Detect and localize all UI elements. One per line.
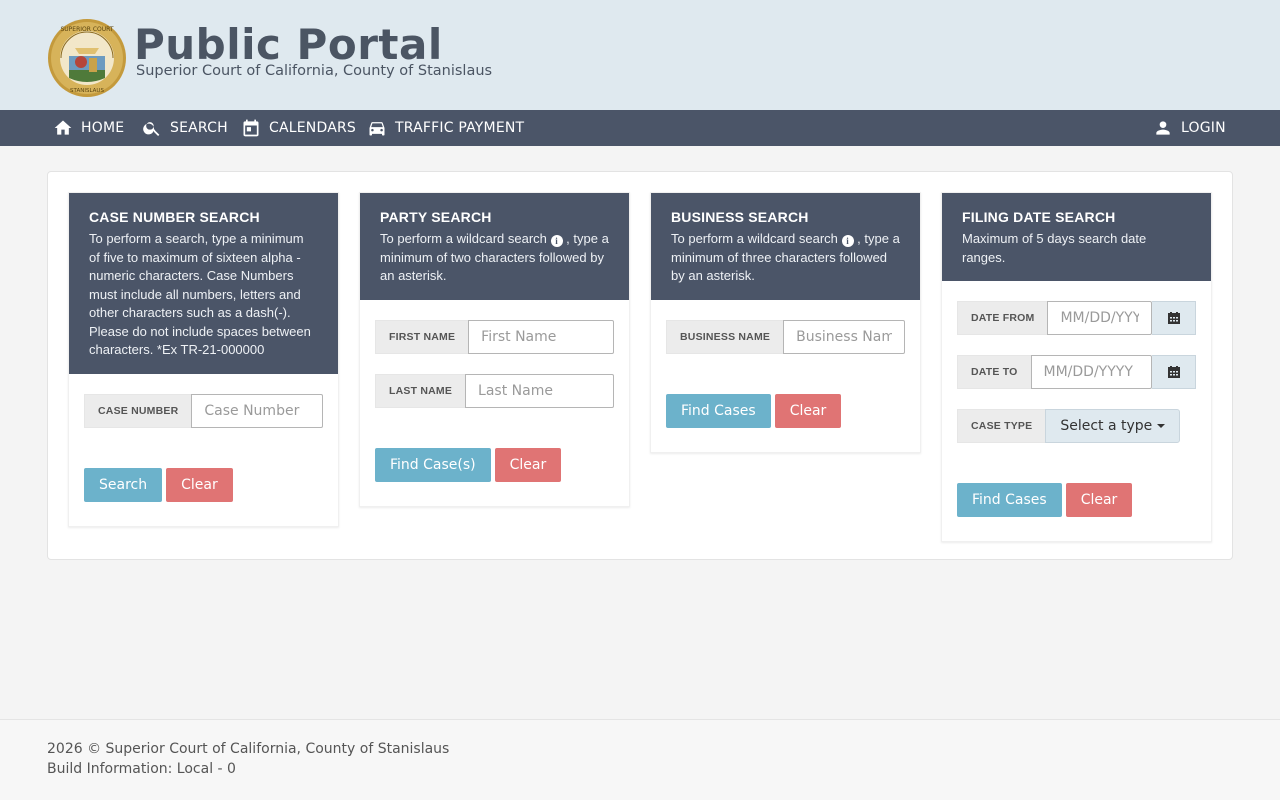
- card-header: PARTY SEARCH To perform a wildcard searc…: [360, 193, 629, 300]
- card-title: CASE NUMBER SEARCH: [89, 209, 260, 225]
- nav-search-label: SEARCH: [170, 120, 228, 136]
- filing-find-button[interactable]: Find Cases: [957, 483, 1062, 517]
- calendar-icon: [243, 119, 259, 137]
- court-seal-icon[interactable]: SUPERIOR COURT STANISLAUS: [47, 18, 127, 98]
- calendar-icon: [1167, 366, 1180, 378]
- case-type-dropdown[interactable]: Select a type: [1045, 409, 1181, 443]
- search-panel: CASE NUMBER SEARCH To perform a search, …: [47, 171, 1233, 560]
- card-body: FIRST NAME LAST NAME Find Case(s) Clear: [360, 300, 629, 506]
- card-body: CASE NUMBER Search Clear: [69, 374, 338, 526]
- search-icon: [143, 122, 160, 136]
- card-description: Maximum of 5 days search date ranges.: [962, 231, 1147, 265]
- svg-text:SUPERIOR COURT: SUPERIOR COURT: [60, 26, 113, 33]
- card-title: PARTY SEARCH: [380, 209, 492, 225]
- button-row: Find Cases Clear: [666, 393, 905, 428]
- card-header: BUSINESS SEARCH To perform a wildcard se…: [651, 193, 920, 300]
- business-clear-button[interactable]: Clear: [774, 393, 842, 428]
- card-title: FILING DATE SEARCH: [962, 209, 1116, 225]
- case-type-label: CASE TYPE: [957, 409, 1046, 443]
- site-header: SUPERIOR COURT STANISLAUS Public Portal …: [0, 0, 1280, 110]
- info-icon[interactable]: i: [841, 235, 854, 247]
- card-header: FILING DATE SEARCH Maximum of 5 days sea…: [942, 193, 1211, 281]
- card-description: To perform a wildcard search i , type a …: [380, 230, 609, 286]
- case-clear-button[interactable]: Clear: [166, 467, 233, 502]
- nav-home-label: HOME: [81, 120, 125, 136]
- nav-home[interactable]: HOME: [53, 110, 124, 146]
- last-name-field: LAST NAME: [375, 373, 614, 408]
- nav-traffic-label: TRAFFIC PAYMENT: [395, 120, 525, 136]
- car-icon: [369, 122, 385, 136]
- first-name-input[interactable]: [468, 319, 614, 354]
- first-name-label: FIRST NAME: [375, 319, 469, 354]
- business-name-field: BUSINESS NAME: [666, 319, 905, 354]
- card-body: DATE FROM DATE TO CASE TYPE Select a typ…: [942, 281, 1211, 541]
- page-subtitle: Superior Court of California, County of …: [136, 63, 493, 79]
- home-icon: [54, 120, 72, 135]
- button-row: Search Clear: [84, 467, 323, 502]
- business-name-label: BUSINESS NAME: [666, 319, 784, 354]
- card-body: BUSINESS NAME Find Cases Clear: [651, 300, 920, 452]
- calendar-icon: [1167, 312, 1180, 324]
- nav-search[interactable]: SEARCH: [142, 110, 228, 146]
- case-number-input[interactable]: [191, 393, 323, 428]
- nav-traffic-payment[interactable]: TRAFFIC PAYMENT: [367, 110, 524, 146]
- date-to-label: DATE TO: [957, 355, 1031, 389]
- business-search-card: BUSINESS SEARCH To perform a wildcard se…: [650, 192, 921, 453]
- filing-date-search-card: FILING DATE SEARCH Maximum of 5 days sea…: [941, 192, 1212, 542]
- info-icon[interactable]: i: [550, 235, 563, 247]
- filing-clear-button[interactable]: Clear: [1065, 483, 1133, 517]
- last-name-input[interactable]: [465, 373, 614, 408]
- chevron-down-icon: [1157, 424, 1166, 428]
- party-clear-button[interactable]: Clear: [494, 447, 562, 482]
- button-row: Find Case(s) Clear: [375, 447, 614, 482]
- date-from-calendar-button[interactable]: [1152, 301, 1196, 335]
- svg-text:STANISLAUS: STANISLAUS: [70, 88, 104, 94]
- footer-build-info: Build Information: Local - 0: [47, 761, 236, 777]
- last-name-label: LAST NAME: [375, 373, 466, 408]
- first-name-field: FIRST NAME: [375, 319, 614, 354]
- card-header: CASE NUMBER SEARCH To perform a search, …: [69, 193, 338, 374]
- nav-login-label: LOGIN: [1181, 120, 1226, 136]
- site-footer: 2026 © Superior Court of California, Cou…: [0, 719, 1280, 800]
- date-to-calendar-button[interactable]: [1152, 355, 1196, 389]
- nav-calendars[interactable]: CALENDARS: [241, 110, 356, 146]
- case-number-label: CASE NUMBER: [84, 393, 192, 428]
- nav-calendars-label: CALENDARS: [269, 120, 356, 136]
- card-description: To perform a search, type a minimum of f…: [89, 231, 311, 357]
- case-number-search-card: CASE NUMBER SEARCH To perform a search, …: [68, 192, 339, 527]
- case-search-button[interactable]: Search: [84, 467, 163, 502]
- party-search-card: PARTY SEARCH To perform a wildcard searc…: [359, 192, 630, 507]
- user-icon: [1156, 121, 1170, 135]
- case-type-value: Select a type: [1060, 418, 1153, 434]
- page-title: Public Portal: [134, 20, 443, 69]
- business-name-input[interactable]: [783, 319, 905, 354]
- card-description: To perform a wildcard search i , type a …: [671, 230, 900, 286]
- desc-pre: To perform a wildcard search: [671, 231, 838, 246]
- nav-login[interactable]: LOGIN: [1153, 110, 1226, 146]
- footer-copyright: 2026 © Superior Court of California, Cou…: [47, 741, 450, 757]
- date-to-field: DATE TO: [957, 355, 1196, 389]
- main-navbar: HOME SEARCH CALENDARS TRAFFIC PAYMENT LO…: [0, 110, 1280, 146]
- date-from-label: DATE FROM: [957, 301, 1048, 335]
- card-title: BUSINESS SEARCH: [671, 209, 809, 225]
- date-to-input[interactable]: [1030, 355, 1152, 389]
- desc-pre: To perform a wildcard search: [380, 231, 547, 246]
- date-from-field: DATE FROM: [957, 301, 1196, 335]
- party-find-button[interactable]: Find Case(s): [375, 447, 491, 482]
- case-number-field: CASE NUMBER: [84, 393, 323, 428]
- button-row: Find Cases Clear: [957, 483, 1196, 517]
- date-from-input[interactable]: [1047, 301, 1152, 335]
- business-find-button[interactable]: Find Cases: [666, 393, 771, 428]
- case-type-field: CASE TYPE Select a type: [957, 409, 1196, 443]
